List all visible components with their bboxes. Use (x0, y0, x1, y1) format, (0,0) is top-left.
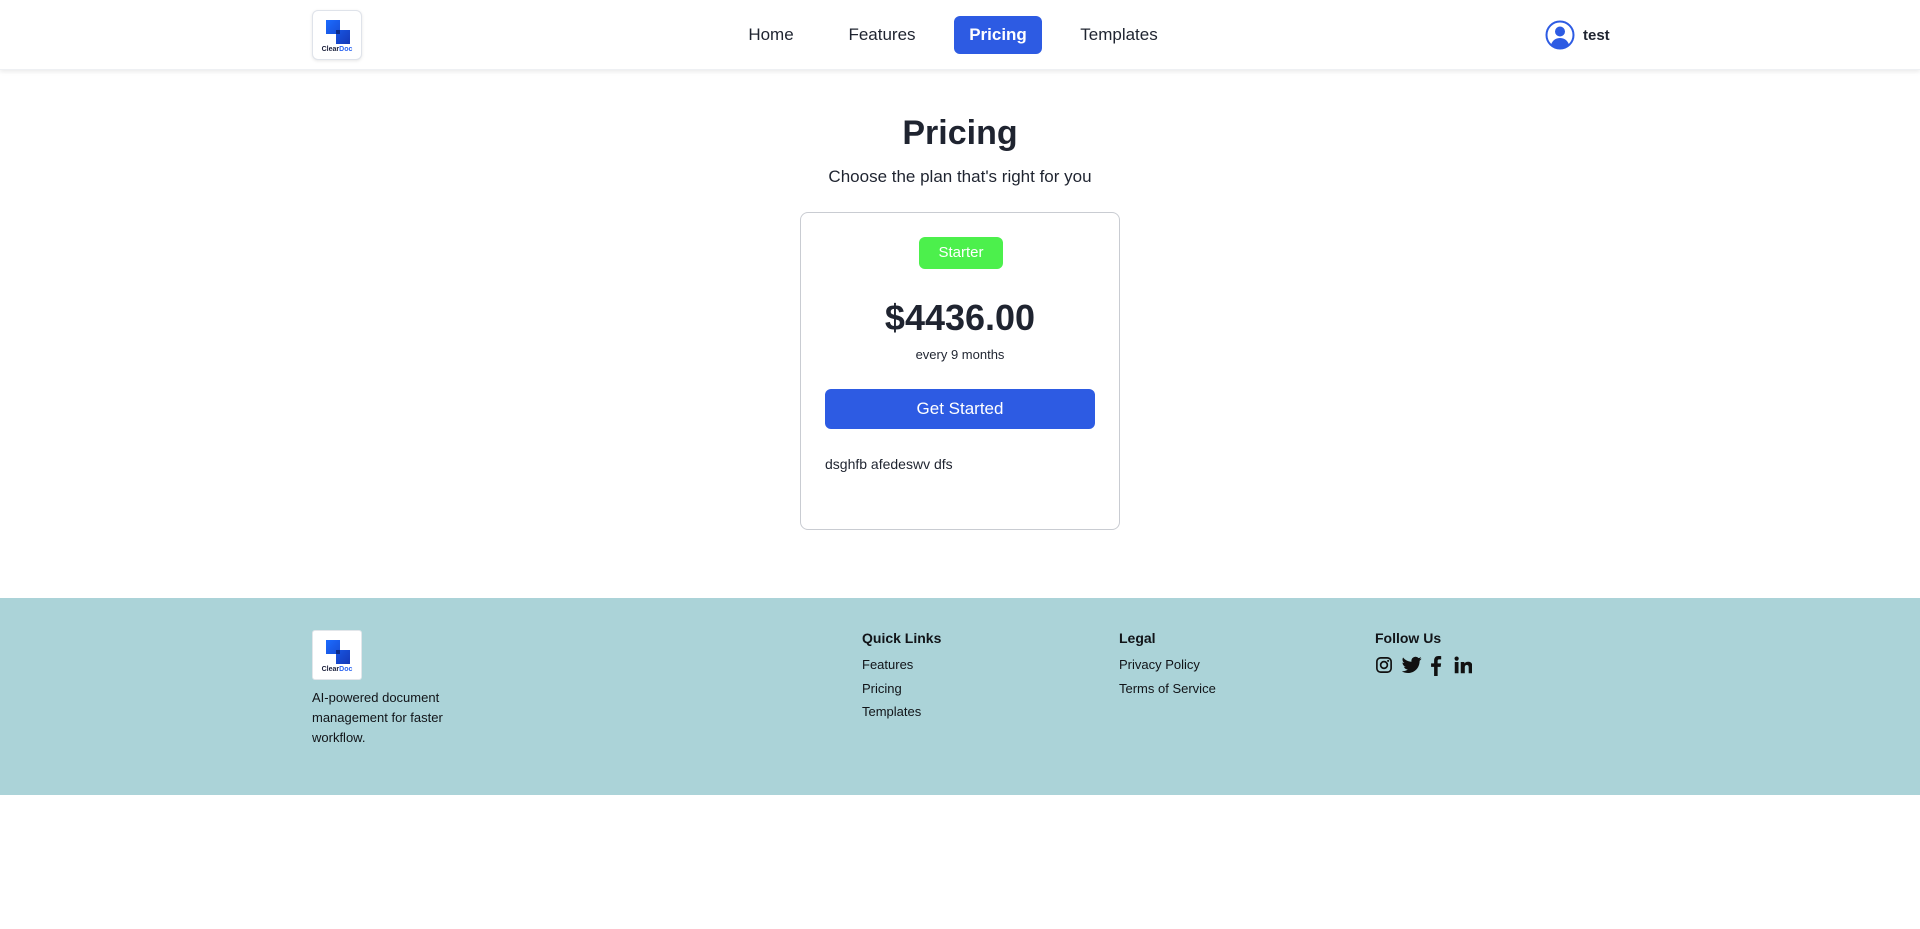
nav-features[interactable]: Features (843, 16, 921, 54)
get-started-button[interactable]: Get Started (825, 389, 1095, 429)
site-footer: ClearDoc AI-powered document management … (0, 598, 1920, 795)
footer-follow: Follow Us (1375, 630, 1495, 676)
legal-heading: Legal (1119, 630, 1156, 646)
facebook-icon[interactable] (1430, 656, 1450, 676)
footer-link-templates[interactable]: Templates (862, 703, 941, 727)
plan-price: $4436.00 (884, 297, 1036, 338)
logo-mark-icon (326, 640, 350, 664)
site-header: ClearDoc Home Features Pricing Templates… (0, 0, 1920, 70)
instagram-icon[interactable] (1375, 656, 1395, 676)
nav-pricing[interactable]: Pricing (954, 16, 1042, 54)
pricing-card: Starter $4436.00 every 9 months Get Star… (800, 212, 1120, 530)
footer-quick-links: Quick Links Features Pricing Templates (862, 630, 941, 727)
footer-tagline: AI-powered document management for faste… (312, 690, 443, 745)
footer-link-privacy[interactable]: Privacy Policy (1119, 656, 1216, 680)
page-subtitle: Choose the plan that's right for you (828, 167, 1092, 186)
footer-logo-wordmark: ClearDoc (321, 666, 353, 673)
main-nav: Home Features Pricing Templates (0, 16, 1920, 54)
footer-logo[interactable]: ClearDoc (312, 630, 362, 680)
plan-badge: Starter (919, 237, 1003, 269)
footer-legal: Legal Privacy Policy Terms of Service (1119, 630, 1216, 703)
page-title: Pricing (902, 114, 1018, 152)
plan-period: every 9 months (915, 347, 1005, 362)
linkedin-icon[interactable] (1454, 656, 1474, 676)
plan-feature: dsghfb afedeswv dfs (825, 456, 953, 472)
nav-templates[interactable]: Templates (1076, 16, 1162, 54)
footer-link-features[interactable]: Features (862, 656, 941, 680)
nav-home[interactable]: Home (741, 16, 801, 54)
user-circle-icon (1545, 20, 1575, 50)
twitter-icon[interactable] (1401, 656, 1422, 676)
footer-link-terms[interactable]: Terms of Service (1119, 680, 1216, 704)
user-name: test (1583, 27, 1610, 44)
follow-heading: Follow Us (1375, 630, 1442, 646)
quick-links-heading: Quick Links (862, 630, 942, 646)
footer-link-pricing[interactable]: Pricing (862, 680, 941, 704)
